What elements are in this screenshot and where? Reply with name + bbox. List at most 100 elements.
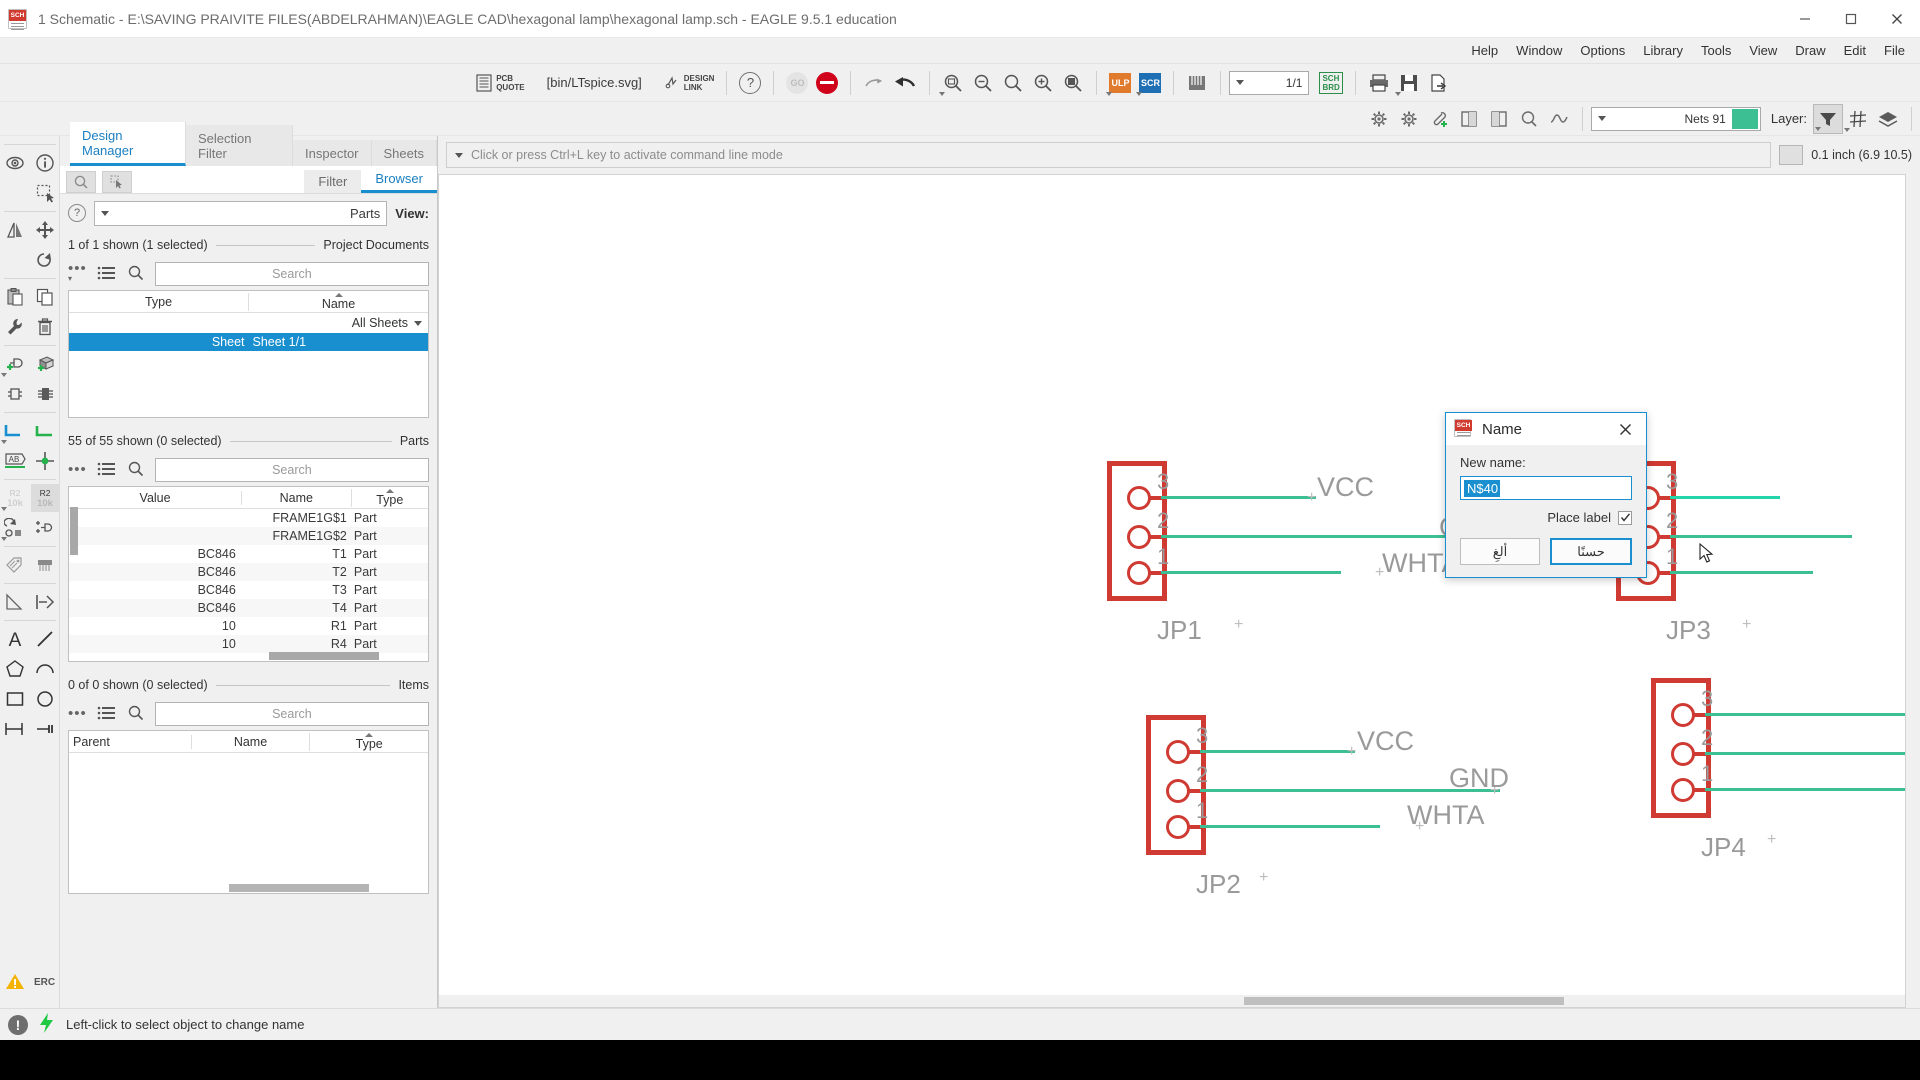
items-more-button[interactable]: ••• xyxy=(68,706,87,721)
zoom-select-button[interactable] xyxy=(998,68,1028,98)
tab-inspector[interactable]: Inspector xyxy=(293,140,372,166)
change-tool-button[interactable] xyxy=(1,313,29,341)
stop-button[interactable] xyxy=(812,68,842,98)
documents-columns-button[interactable] xyxy=(97,265,117,284)
table-row[interactable]: 10 R1 Part xyxy=(69,617,428,635)
wire[interactable] xyxy=(1705,752,1905,755)
sch-brd-toggle-button[interactable]: SCH BRD xyxy=(1315,68,1346,98)
delete-tool-button[interactable] xyxy=(31,313,59,341)
documents-sheets-filter[interactable]: All Sheets xyxy=(69,313,428,333)
dimension-tool-button[interactable] xyxy=(1,715,29,743)
erc-settings-button[interactable] xyxy=(1394,104,1424,134)
zoom-redraw-button[interactable] xyxy=(1058,68,1088,98)
new-name-input[interactable]: N$40 xyxy=(1460,476,1632,500)
menu-draw[interactable]: Draw xyxy=(1786,40,1834,61)
redo-button[interactable] xyxy=(859,68,889,98)
paste-tool-button[interactable] xyxy=(1,283,29,311)
errors-tool-button[interactable] xyxy=(1,968,29,996)
items-col-name[interactable]: Name xyxy=(190,734,310,749)
table-row[interactable]: FRAME1G$1 Part xyxy=(69,509,428,527)
table-row[interactable]: BC846 T3 Part xyxy=(69,581,428,599)
print-button[interactable] xyxy=(1364,68,1394,98)
tab-selection-filter[interactable]: Selection Filter xyxy=(186,125,294,166)
mark-tool-button[interactable] xyxy=(31,715,59,743)
cancel-button[interactable]: ألغِ xyxy=(1460,538,1540,565)
wire[interactable] xyxy=(1705,713,1905,716)
table-row[interactable]: BC846 T1 Part xyxy=(69,545,428,563)
board-left-button[interactable] xyxy=(1454,104,1484,134)
table-row[interactable]: FRAME1G$2 Part xyxy=(69,527,428,545)
documents-search-input[interactable]: Search xyxy=(154,262,429,286)
minimize-button[interactable] xyxy=(1782,0,1828,38)
net-label[interactable]: VCC xyxy=(1317,472,1374,503)
grid-button[interactable] xyxy=(1843,104,1873,134)
command-line-input[interactable]: Click or press Ctrl+L key to activate co… xyxy=(446,142,1772,168)
tab-sheets[interactable]: Sheets xyxy=(371,140,437,166)
subtab-filter[interactable]: Filter xyxy=(304,170,362,193)
maximize-button[interactable] xyxy=(1828,0,1874,38)
replace-tool-button[interactable] xyxy=(1,380,29,408)
wire[interactable] xyxy=(1670,571,1813,574)
circle-tool-button[interactable] xyxy=(31,685,59,713)
miter-tool-button[interactable] xyxy=(1,588,29,616)
items-horizontal-scrollbar[interactable] xyxy=(229,884,369,892)
place-label-row[interactable]: Place label xyxy=(1460,510,1632,525)
menu-tools[interactable]: Tools xyxy=(1692,40,1740,61)
parts-columns-button[interactable] xyxy=(97,461,117,480)
add-package-tool-button[interactable] xyxy=(31,350,59,378)
documents-search-icon[interactable] xyxy=(127,264,145,285)
parts-vertical-scrollbar[interactable] xyxy=(70,507,78,555)
zoom-net-button[interactable] xyxy=(1514,104,1544,134)
hide-name-tool-button[interactable]: R2 10k xyxy=(0,484,29,512)
subtab-browser[interactable]: Browser xyxy=(361,167,437,193)
pinswap-tool-button[interactable] xyxy=(31,551,59,579)
parts-col-name[interactable]: Name xyxy=(241,490,350,505)
select-in-schematic-button[interactable] xyxy=(102,171,132,193)
label-tool-button[interactable]: AB xyxy=(1,447,29,475)
info-tool-button[interactable] xyxy=(31,149,59,177)
library-button[interactable] xyxy=(1182,68,1212,98)
documents-more-button[interactable]: ••• ▾ xyxy=(68,261,87,283)
layer-filter-button[interactable] xyxy=(1813,103,1843,134)
menu-view[interactable]: View xyxy=(1740,40,1786,61)
parts-col-type[interactable]: Type xyxy=(350,488,429,507)
wire[interactable] xyxy=(1200,750,1355,753)
table-row[interactable]: BC846 T2 Part xyxy=(69,563,428,581)
rotate-tool-button[interactable] xyxy=(31,246,59,274)
documents-col-type[interactable]: Type xyxy=(69,295,248,309)
junction-tool-button[interactable] xyxy=(31,447,59,475)
parts-col-value[interactable]: Value xyxy=(69,491,241,505)
ltspice-button[interactable]: [bin/LTspice.svg] xyxy=(543,68,646,98)
items-columns-button[interactable] xyxy=(97,705,117,724)
menu-window[interactable]: Window xyxy=(1507,40,1571,61)
bolt-icon[interactable] xyxy=(38,1012,56,1038)
close-button[interactable] xyxy=(1874,0,1920,38)
rect-tool-button[interactable] xyxy=(1,685,29,713)
tab-design-manager[interactable]: Design Manager xyxy=(70,122,186,166)
net-label[interactable]: VCC xyxy=(1357,726,1414,757)
ok-button[interactable]: حسنًا xyxy=(1550,538,1632,565)
signal-button[interactable] xyxy=(1544,104,1574,134)
wire[interactable] xyxy=(1200,825,1380,828)
device-tool-button[interactable] xyxy=(31,380,59,408)
layers-button[interactable] xyxy=(1873,104,1903,134)
menu-help[interactable]: Help xyxy=(1462,40,1507,61)
net-label[interactable]: WHTA xyxy=(1407,800,1484,831)
zoom-fit-button[interactable] xyxy=(938,68,968,98)
zoom-out-button[interactable] xyxy=(968,68,998,98)
design-link-button[interactable]: DESIGN LINK xyxy=(660,68,719,98)
sheet-selector[interactable]: 1/1 xyxy=(1229,70,1310,95)
parts-more-button[interactable]: ••• xyxy=(68,462,87,477)
wire-highlighted[interactable] xyxy=(1670,496,1780,499)
zoom-to-selection-button[interactable] xyxy=(66,171,96,193)
wire[interactable] xyxy=(1670,535,1852,538)
invoke-tool-button[interactable] xyxy=(31,514,59,542)
wire[interactable] xyxy=(1161,535,1461,538)
save-button[interactable] xyxy=(1394,68,1424,98)
wire[interactable] xyxy=(1161,571,1341,574)
bus-tool-button[interactable] xyxy=(31,417,59,445)
canvas-vertical-scrollbar[interactable] xyxy=(1906,174,1920,1008)
show-name-tool-button[interactable]: R2 10k xyxy=(30,484,59,512)
canvas-hscroll-thumb[interactable] xyxy=(1244,997,1564,1005)
move-tool-button[interactable] xyxy=(31,216,59,244)
